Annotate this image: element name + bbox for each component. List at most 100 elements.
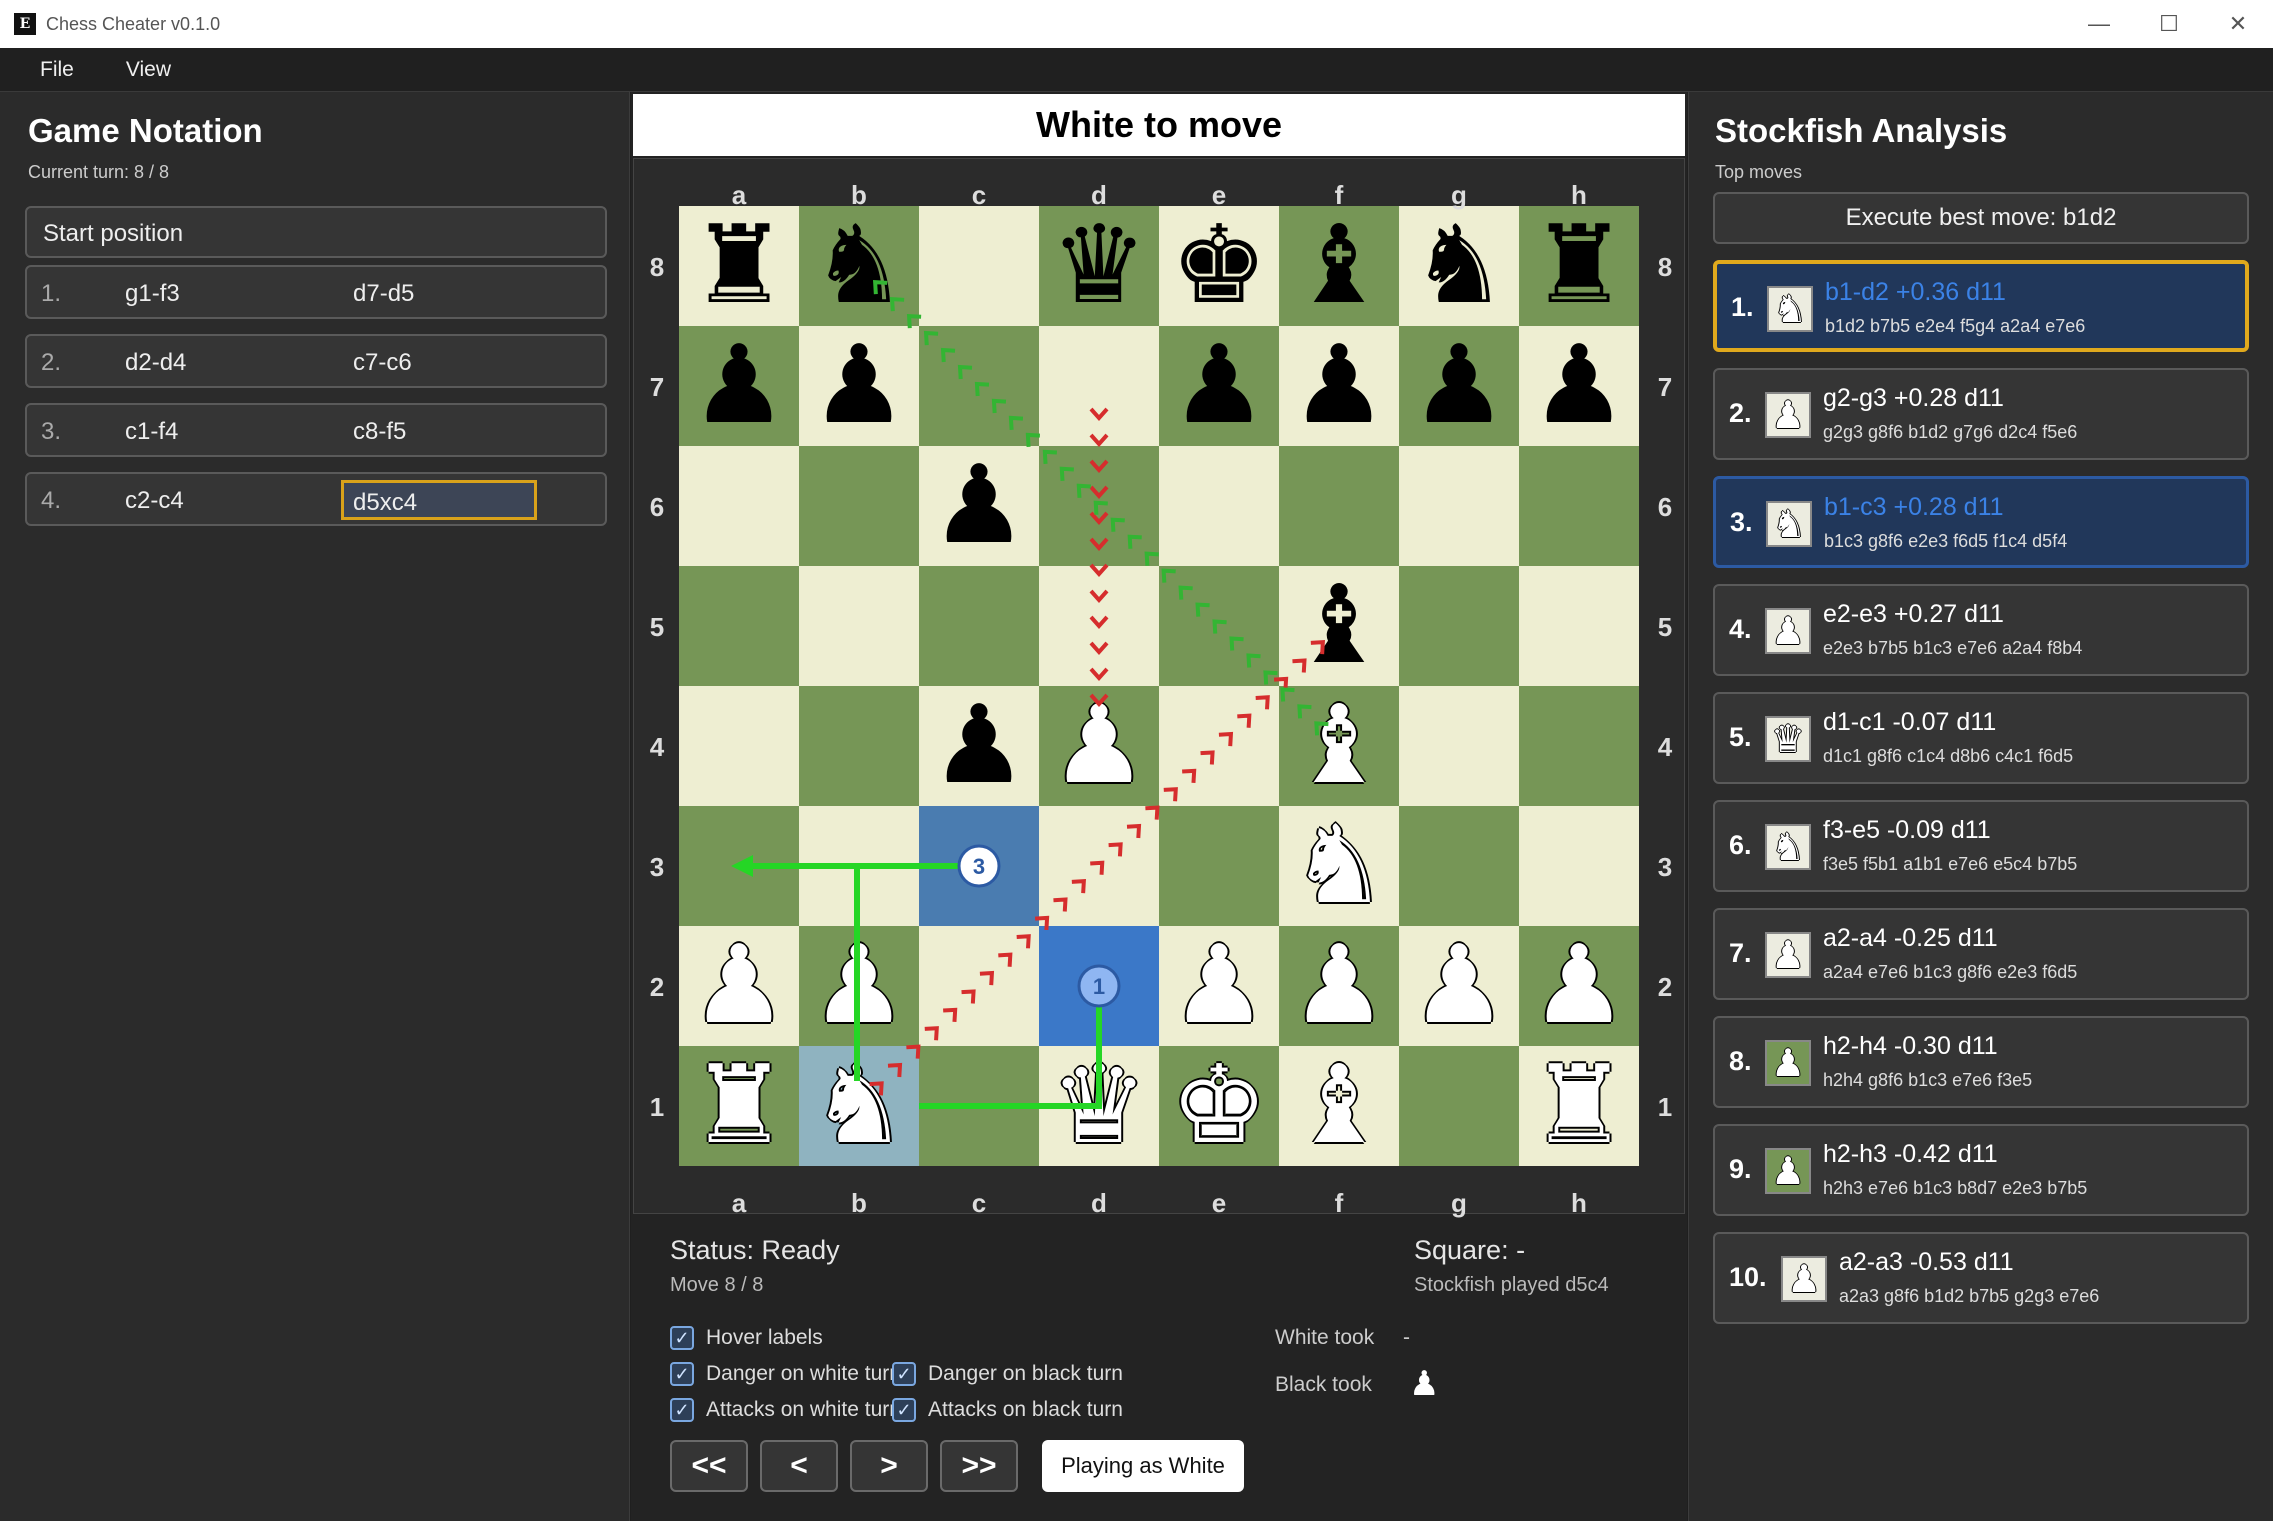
square-b3[interactable] <box>799 806 919 926</box>
menu-file[interactable]: File <box>40 58 74 82</box>
square-d5[interactable] <box>1039 566 1159 686</box>
square-b7[interactable] <box>799 326 919 446</box>
white-move[interactable]: d2-d4 <box>125 349 186 377</box>
first-move-button[interactable]: << <box>670 1440 748 1492</box>
close-icon[interactable]: ✕ <box>2203 0 2273 48</box>
square-f5[interactable] <box>1279 566 1399 686</box>
previous-move-button[interactable]: < <box>760 1440 838 1492</box>
square-e5[interactable] <box>1159 566 1279 686</box>
square-a6[interactable] <box>679 446 799 566</box>
square-h2[interactable] <box>1519 926 1639 1046</box>
danger-black-checkbox[interactable]: ✓ Danger on black turn <box>892 1362 1123 1386</box>
square-b2[interactable] <box>799 926 919 1046</box>
execute-best-move-button[interactable]: Execute best move: b1d2 <box>1713 192 2249 244</box>
top-move-item[interactable]: 6. ♞ f3-e5 -0.09 d11 f3e5 f5b1 a1b1 e7e6 e5… <box>1713 800 2249 892</box>
top-move-item[interactable]: 3. ♞ b1-c3 +0.28 d11 b1c3 g8f6 e2e3 f6d5 f1… <box>1713 476 2249 568</box>
attacks-white-checkbox[interactable]: ✓ Attacks on white turn <box>670 1398 901 1422</box>
maximize-icon[interactable]: ☐ <box>2134 0 2204 48</box>
start-position-button[interactable]: Start position <box>25 206 607 258</box>
last-move-button[interactable]: >> <box>940 1440 1018 1492</box>
square-h3[interactable] <box>1519 806 1639 926</box>
square-a1[interactable] <box>679 1046 799 1166</box>
square-g6[interactable] <box>1399 446 1519 566</box>
square-c7[interactable] <box>919 326 1039 446</box>
square-b5[interactable] <box>799 566 919 686</box>
top-move-item[interactable]: 10. ♟ a2-a3 -0.53 d11 a2a3 g8f6 b1d2 b7b5 g… <box>1713 1232 2249 1324</box>
chess-board[interactable]: ♜ ♞ ♛ ♚ ♝ ♞ ♜ ♟ ♟ ♟ ♟ ♟ ♟ ♟ ♝ ♟ ♟ ♝ ♞ ♟ ♟ ♟ ♟ ♟ ♟ ♜ ♞ ♛ ♚ ♝ ♜ <box>679 206 1639 1166</box>
square-h1[interactable] <box>1519 1046 1639 1166</box>
square-f4[interactable] <box>1279 686 1399 806</box>
square-e7[interactable] <box>1159 326 1279 446</box>
square-g1[interactable] <box>1399 1046 1519 1166</box>
square-g4[interactable] <box>1399 686 1519 806</box>
square-a3[interactable] <box>679 806 799 926</box>
attacks-black-checkbox[interactable]: ✓ Attacks on black turn <box>892 1398 1123 1422</box>
top-move-item[interactable]: 9. ♟ h2-h3 -0.42 d11 h2h3 e7e6 b1c3 b8d7 e2… <box>1713 1124 2249 1216</box>
square-a2[interactable] <box>679 926 799 1046</box>
square-b6[interactable] <box>799 446 919 566</box>
square-d4[interactable] <box>1039 686 1159 806</box>
black-move[interactable]: c7-c6 <box>353 349 412 377</box>
hover-labels-checkbox[interactable]: ✓ Hover labels <box>670 1326 823 1350</box>
top-move-item[interactable]: 1. ♞ b1-d2 +0.36 d11 b1d2 b7b5 e2e4 f5g4 a2… <box>1713 260 2249 352</box>
square-h6[interactable] <box>1519 446 1639 566</box>
top-move-item[interactable]: 2. ♟ g2-g3 +0.28 d11 g2g3 g8f6 b1d2 g7g6 d2… <box>1713 368 2249 460</box>
black-move[interactable]: d7-d5 <box>353 280 414 308</box>
square-d2[interactable] <box>1039 926 1159 1046</box>
square-c1[interactable] <box>919 1046 1039 1166</box>
black-move[interactable]: c8-f5 <box>353 418 406 446</box>
square-h7[interactable] <box>1519 326 1639 446</box>
square-a5[interactable] <box>679 566 799 686</box>
square-d1[interactable] <box>1039 1046 1159 1166</box>
square-c2[interactable] <box>919 926 1039 1046</box>
square-f6[interactable] <box>1279 446 1399 566</box>
square-a7[interactable] <box>679 326 799 446</box>
square-e6[interactable] <box>1159 446 1279 566</box>
top-move-item[interactable]: 8. ♟ h2-h4 -0.30 d11 h2h4 g8f6 b1c3 e7e6 f3… <box>1713 1016 2249 1108</box>
square-d6[interactable] <box>1039 446 1159 566</box>
square-h8[interactable] <box>1519 206 1639 326</box>
square-g3[interactable] <box>1399 806 1519 926</box>
selected-black-move[interactable]: d5xc4 <box>341 480 537 520</box>
square-f7[interactable] <box>1279 326 1399 446</box>
square-f1[interactable] <box>1279 1046 1399 1166</box>
square-a8[interactable] <box>679 206 799 326</box>
square-g5[interactable] <box>1399 566 1519 686</box>
square-e1[interactable] <box>1159 1046 1279 1166</box>
square-c5[interactable] <box>919 566 1039 686</box>
playing-as-button[interactable]: Playing as White <box>1042 1440 1244 1492</box>
square-e3[interactable] <box>1159 806 1279 926</box>
square-c6[interactable] <box>919 446 1039 566</box>
top-move-item[interactable]: 4. ♟ e2-e3 +0.27 d11 e2e3 b7b5 b1c3 e7e6 a2… <box>1713 584 2249 676</box>
top-move-item[interactable]: 5. ♛ d1-c1 -0.07 d11 d1c1 g8f6 c1c4 d8b6 c4… <box>1713 692 2249 784</box>
danger-white-checkbox[interactable]: ✓ Danger on white turn <box>670 1362 901 1386</box>
square-a4[interactable] <box>679 686 799 806</box>
square-c4[interactable] <box>919 686 1039 806</box>
square-e2[interactable] <box>1159 926 1279 1046</box>
square-e8[interactable] <box>1159 206 1279 326</box>
square-d3[interactable] <box>1039 806 1159 926</box>
square-g7[interactable] <box>1399 326 1519 446</box>
square-d7[interactable] <box>1039 326 1159 446</box>
next-move-button[interactable]: > <box>850 1440 928 1492</box>
square-h4[interactable] <box>1519 686 1639 806</box>
square-b1[interactable] <box>799 1046 919 1166</box>
square-g8[interactable] <box>1399 206 1519 326</box>
white-move[interactable]: c2-c4 <box>125 487 184 515</box>
square-f3[interactable] <box>1279 806 1399 926</box>
square-e4[interactable] <box>1159 686 1279 806</box>
square-c3[interactable] <box>919 806 1039 926</box>
square-f2[interactable] <box>1279 926 1399 1046</box>
square-b4[interactable] <box>799 686 919 806</box>
square-g2[interactable] <box>1399 926 1519 1046</box>
white-move[interactable]: c1-f4 <box>125 418 178 446</box>
square-h5[interactable] <box>1519 566 1639 686</box>
square-f8[interactable] <box>1279 206 1399 326</box>
square-c8[interactable] <box>919 206 1039 326</box>
minimize-icon[interactable]: — <box>2064 0 2134 48</box>
white-move[interactable]: g1-f3 <box>125 280 180 308</box>
square-b8[interactable] <box>799 206 919 326</box>
menu-view[interactable]: View <box>126 58 171 82</box>
square-d8[interactable] <box>1039 206 1159 326</box>
top-move-item[interactable]: 7. ♟ a2-a4 -0.25 d11 a2a4 e7e6 b1c3 g8f6 e2… <box>1713 908 2249 1000</box>
